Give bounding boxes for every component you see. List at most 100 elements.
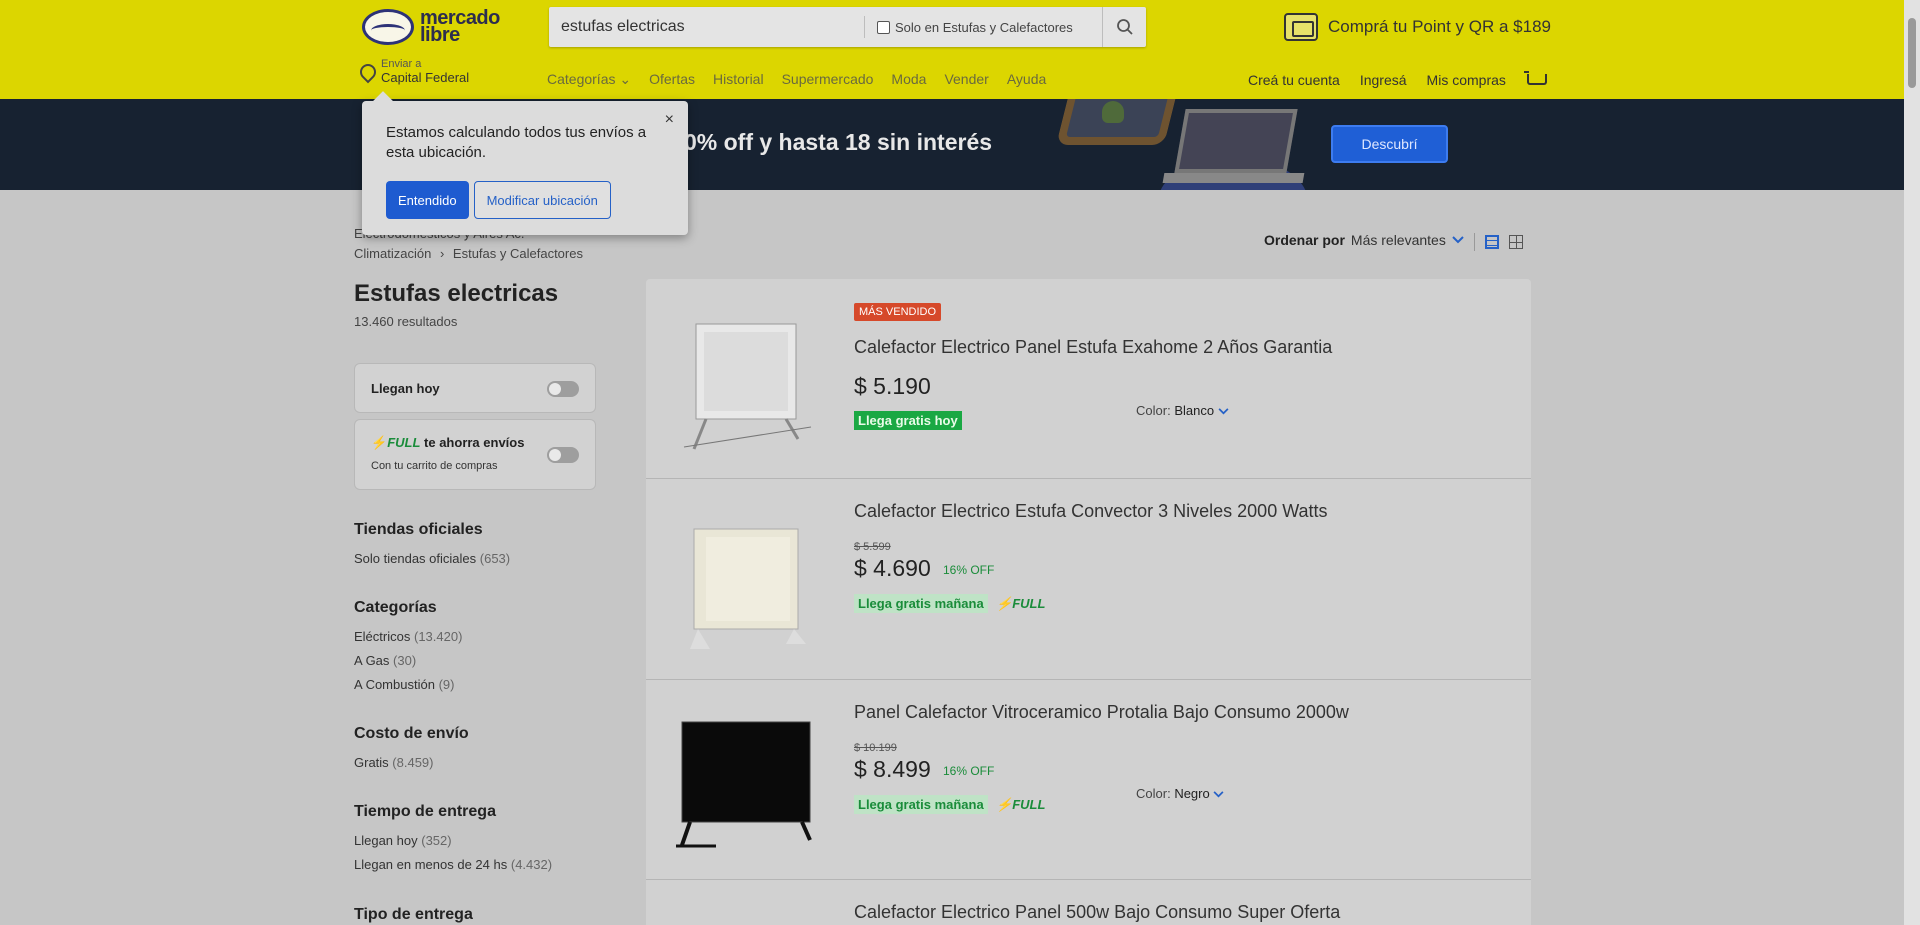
list-item[interactable]: Calefactor Electrico Estufa Convector 3 … — [646, 479, 1531, 680]
old-price: $ 10.199 — [854, 742, 897, 754]
chevron-down-icon — [1452, 236, 1464, 244]
full-badge: ⚡FULL — [996, 596, 1046, 611]
discount-label: 16% OFF — [943, 563, 995, 577]
shipping-location[interactable]: Enviar a Capital Federal — [359, 58, 469, 86]
filter-title: Categorías — [354, 599, 437, 616]
banner-discover-button[interactable]: Descubrí — [1331, 125, 1448, 163]
promo-banner[interactable]: a 40% off y hasta 18 sin interés Descubr… — [0, 99, 1904, 190]
understood-button[interactable]: Entendido — [386, 181, 469, 219]
logo-line-2: libre — [420, 24, 460, 46]
item-price: $ 5.190 — [854, 373, 931, 399]
nav-ofertas[interactable]: Ofertas — [649, 71, 695, 88]
filter-option[interactable]: Eléctricos (13.420) — [354, 625, 462, 649]
view-toggle — [1474, 233, 1523, 251]
sort-dropdown[interactable]: Ordenar por Más relevantes — [1264, 232, 1464, 248]
filter-tiempo-entrega: Tiempo de entrega Llegan hoy (352) Llega… — [354, 803, 552, 877]
nav-supermercado[interactable]: Supermercado — [782, 71, 874, 88]
point-device-icon — [1284, 13, 1318, 41]
search-bar: Solo en Estufas y Calefactores — [549, 7, 1146, 47]
category-filter-checkbox[interactable]: Solo en Estufas y Calefactores — [864, 16, 1073, 38]
filter-title: Tiempo de entrega — [354, 803, 496, 820]
grid-view-icon[interactable] — [1509, 235, 1523, 249]
promo-text: Comprá tu Point y QR a $189 — [1328, 17, 1552, 36]
checkbox-icon[interactable] — [877, 20, 890, 34]
llegan-hoy-filter[interactable]: Llegan hoy — [354, 363, 596, 413]
banner-laptop-image — [1174, 109, 1298, 173]
full-toggle[interactable] — [547, 447, 579, 463]
sort-label: Ordenar por — [1264, 232, 1345, 248]
discount-label: 16% OFF — [943, 764, 995, 778]
llegan-hoy-label: Llegan hoy — [371, 381, 440, 396]
lightning-icon: ⚡ — [996, 797, 1013, 812]
login-link[interactable]: Ingresá — [1360, 72, 1407, 88]
results-count: 13.460 resultados — [354, 314, 458, 329]
lightning-icon: ⚡ — [996, 596, 1013, 611]
full-subtext: Con tu carrito de compras — [371, 460, 498, 472]
shipping-badge: Llega gratis hoy — [854, 411, 962, 430]
full-filter[interactable]: ⚡FULL te ahorra envíos Con tu carrito de… — [354, 419, 596, 490]
item-title[interactable]: Calefactor Electrico Panel 500w Bajo Con… — [854, 902, 1340, 923]
filter-option[interactable]: A Combustión (9) — [354, 673, 462, 697]
main-nav: Categorías ⌄ Ofertas Historial Supermerc… — [547, 71, 1046, 88]
breadcrumb-item-climatizacion[interactable]: Climatización — [354, 246, 431, 261]
filter-categorias: Categorías Eléctricos (13.420) A Gas (30… — [354, 599, 462, 697]
nav-ayuda[interactable]: Ayuda — [1007, 71, 1046, 88]
list-item[interactable]: Calefactor Electrico Panel 500w Bajo Con… — [646, 880, 1531, 925]
filter-tiendas: Tiendas oficiales Solo tiendas oficiales… — [354, 521, 510, 571]
location-popup: × Estamos calculando todos tus envíos a … — [362, 91, 688, 235]
shipping-badge: Llega gratis mañana — [854, 594, 988, 613]
search-button[interactable] — [1102, 7, 1146, 47]
create-account-link[interactable]: Creá tu cuenta — [1248, 72, 1340, 88]
handshake-logo-icon — [362, 9, 414, 45]
list-view-icon[interactable] — [1485, 235, 1499, 249]
banner-text: a 40% off y hasta 18 sin interés — [652, 129, 993, 155]
color-selector[interactable]: Color: Negro — [1136, 786, 1224, 801]
nav-vender[interactable]: Vender — [944, 71, 988, 88]
nav-moda[interactable]: Moda — [891, 71, 926, 88]
item-title[interactable]: Calefactor Electrico Estufa Convector 3 … — [854, 501, 1328, 522]
filter-option[interactable]: Llegan en menos de 24 hs (4.432) — [354, 853, 552, 877]
product-image[interactable] — [676, 700, 816, 860]
sidebar: Estufas electricas 13.460 resultados — [354, 280, 598, 329]
filter-option[interactable]: A Gas (30) — [354, 649, 462, 673]
product-image[interactable] — [706, 920, 766, 925]
breadcrumb-item-estufas[interactable]: Estufas y Calefactores — [453, 246, 583, 261]
item-price: $ 4.690 — [854, 555, 931, 581]
best-seller-badge: MÁS VENDIDO — [854, 303, 942, 321]
nav-categorias[interactable]: Categorías ⌄ — [547, 71, 631, 88]
filter-option[interactable]: Llegan hoy (352) — [354, 829, 552, 853]
search-input[interactable] — [561, 7, 871, 47]
modify-location-button[interactable]: Modificar ubicación — [473, 181, 611, 219]
full-text: te ahorra envíos — [424, 435, 525, 450]
location-pin-icon — [359, 64, 375, 86]
color-selector[interactable]: Color: Blanco — [1136, 403, 1229, 418]
full-badge: ⚡FULL — [996, 797, 1046, 812]
mercadolibre-logo[interactable]: mercado libre — [362, 8, 500, 46]
divider — [1474, 233, 1475, 251]
popup-message: Estamos calculando todos tus envíos a es… — [386, 124, 647, 161]
filter-tipo-entrega: Tipo de entrega — [354, 906, 473, 925]
list-item[interactable]: Panel Calefactor Vitroceramico Protalia … — [646, 680, 1531, 880]
item-title[interactable]: Calefactor Electrico Panel Estufa Exahom… — [854, 337, 1332, 358]
cart-icon[interactable] — [1523, 71, 1547, 89]
filter-option[interactable]: Gratis (8.459) — [354, 751, 469, 775]
list-item[interactable]: MÁS VENDIDO Calefactor Electrico Panel E… — [646, 279, 1531, 479]
nav-historial[interactable]: Historial — [713, 71, 764, 88]
shipping-badge: Llega gratis mañana — [854, 795, 988, 814]
point-promo-link[interactable]: Comprá tu Point y QR a $189 — [1284, 13, 1551, 41]
page-title: Estufas electricas — [354, 280, 559, 307]
filter-option[interactable]: Solo tiendas oficiales (653) — [354, 547, 510, 571]
my-purchases-link[interactable]: Mis compras — [1427, 72, 1506, 88]
item-title[interactable]: Panel Calefactor Vitroceramico Protalia … — [854, 702, 1349, 723]
page-scrollbar[interactable] — [1904, 0, 1920, 925]
old-price: $ 5.599 — [854, 541, 891, 553]
category-filter-label: Solo en Estufas y Calefactores — [895, 19, 1073, 35]
account-nav: Creá tu cuenta Ingresá Mis compras — [1248, 71, 1547, 89]
close-icon[interactable]: × — [665, 111, 674, 129]
product-image[interactable] — [676, 299, 816, 459]
llegan-hoy-toggle[interactable] — [547, 381, 579, 397]
scrollbar-thumb[interactable] — [1908, 18, 1916, 88]
location-city: Capital Federal — [381, 70, 470, 85]
search-icon — [1116, 19, 1133, 35]
product-image[interactable] — [676, 499, 816, 659]
